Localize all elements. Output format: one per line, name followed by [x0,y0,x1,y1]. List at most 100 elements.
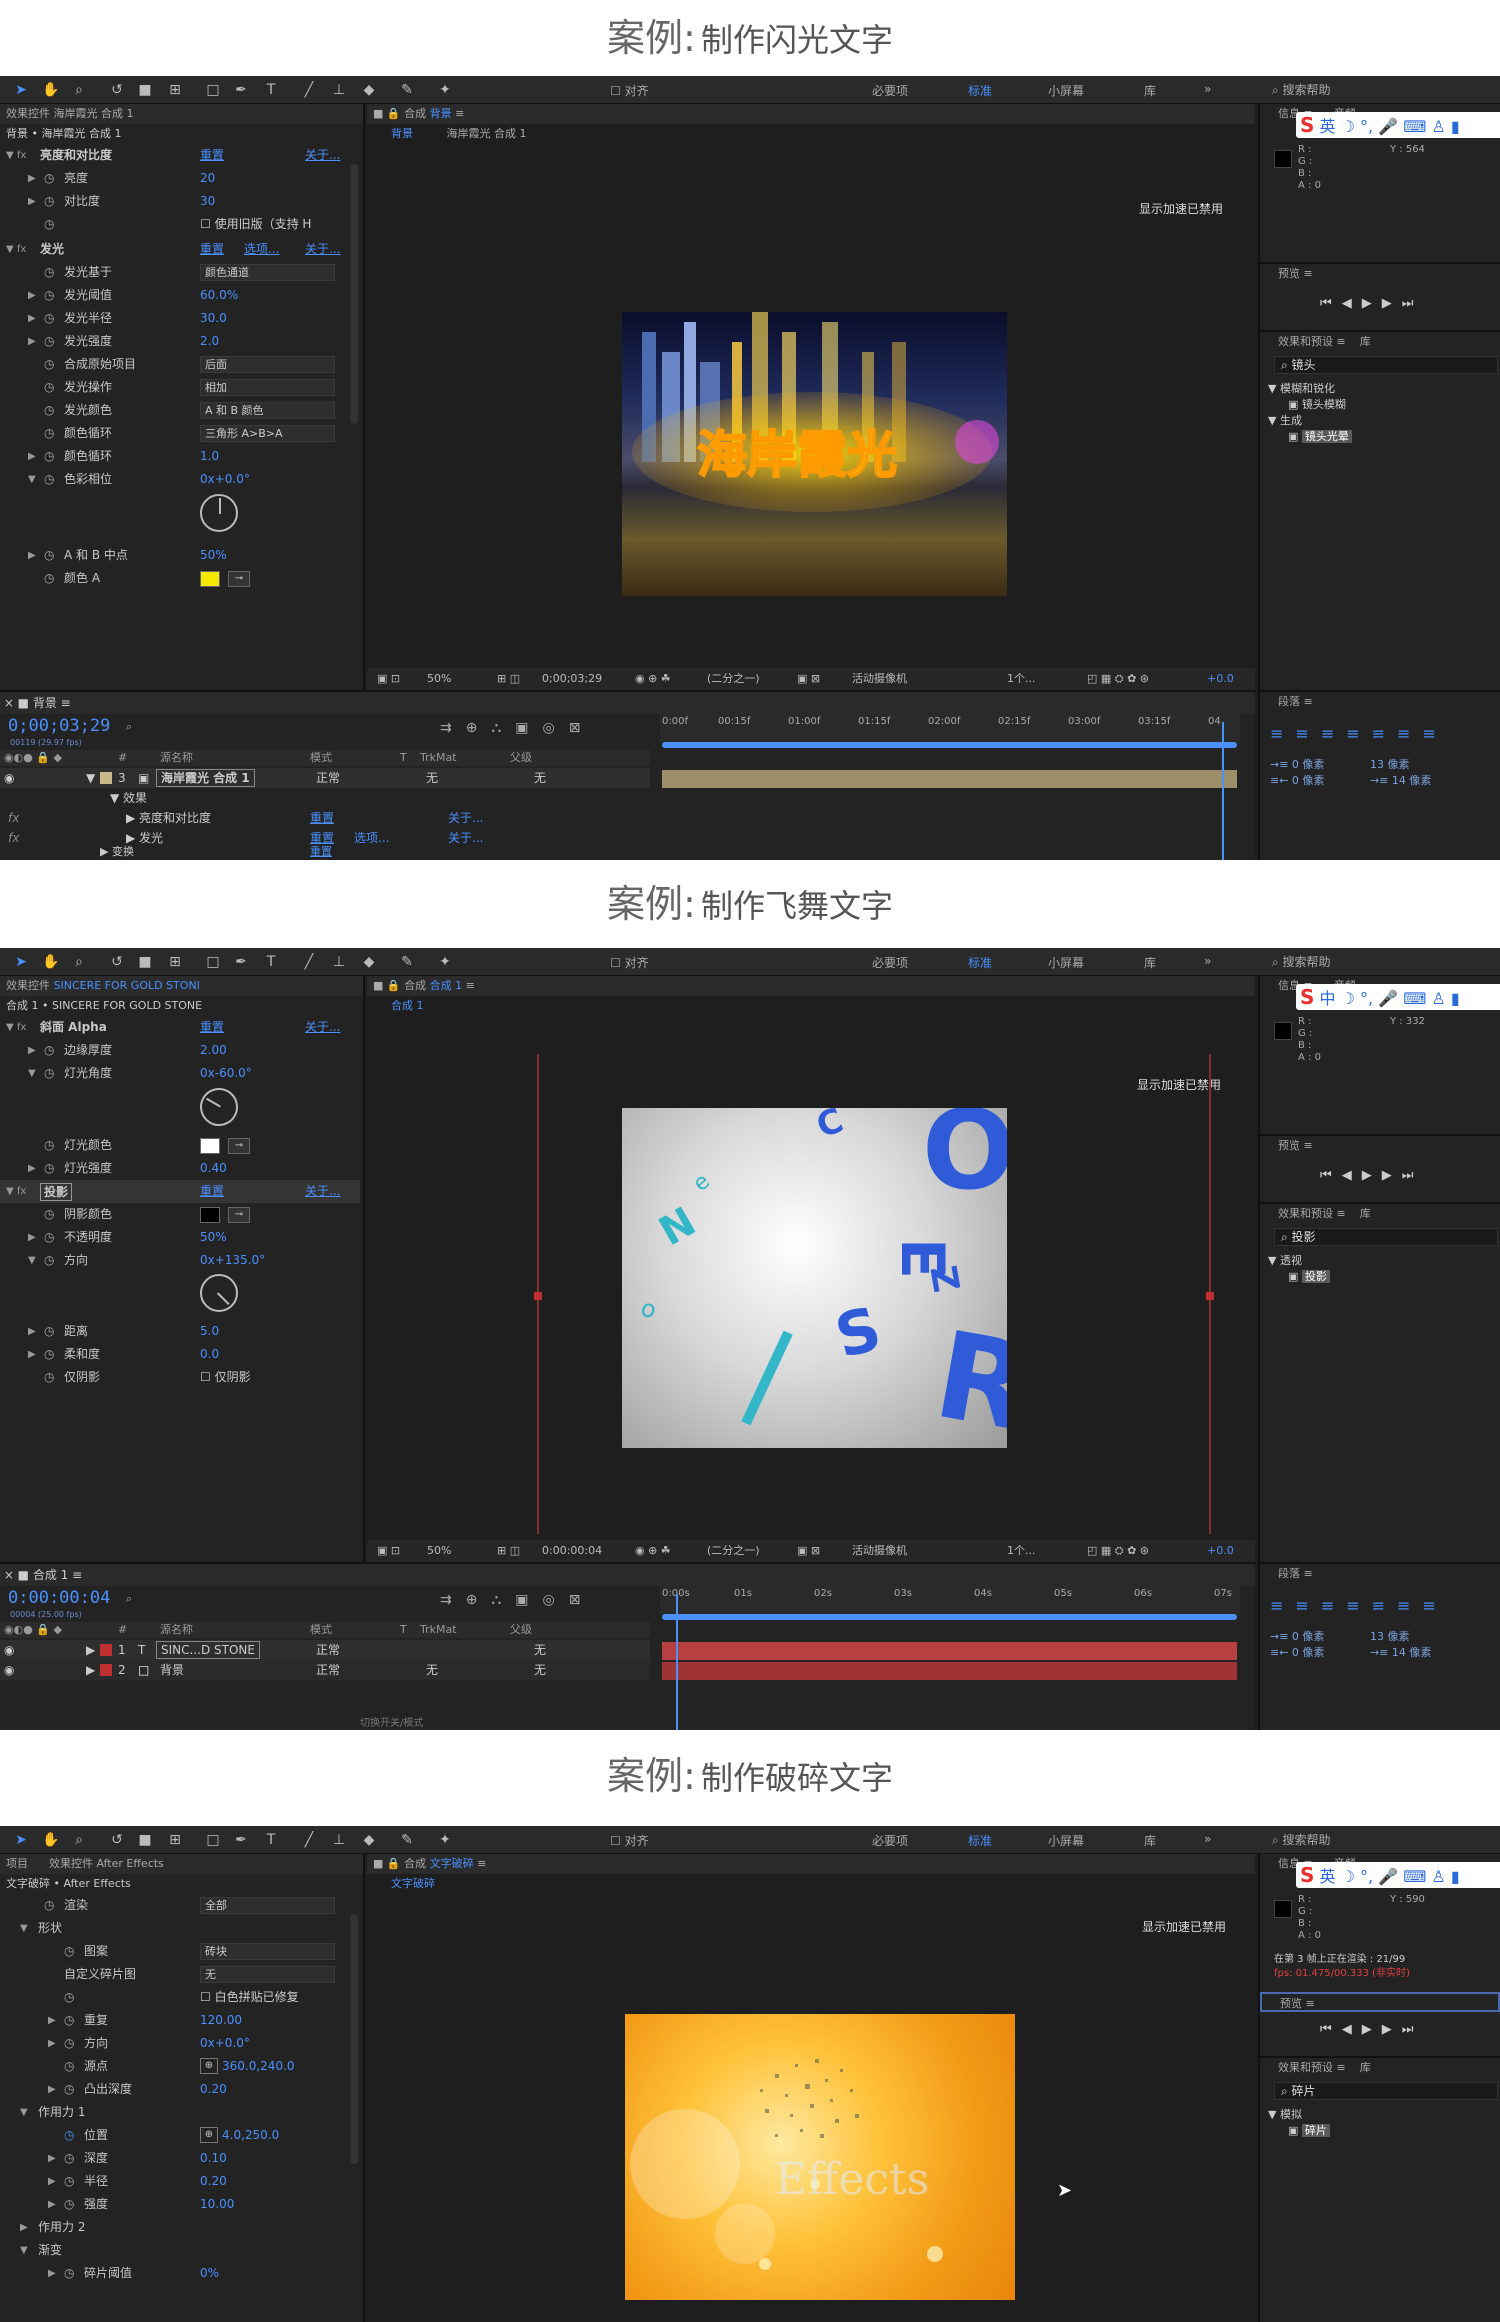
indent-left[interactable]: →≡ 0 像素 [1270,756,1324,772]
rotate-tool-icon[interactable]: ↺ [108,953,126,971]
current-time-indicator[interactable] [676,1594,678,1730]
stopwatch-icon[interactable]: ◷ [44,1157,54,1180]
layer-name[interactable]: 背景 [160,1660,184,1680]
timeline-tools[interactable]: ⇉⊕⛬▣◎⊠ [440,1592,594,1608]
label-color[interactable] [100,1644,112,1656]
fx-presets-tab[interactable]: 效果和预设 [1278,2061,1333,2074]
fx-tree-item[interactable]: ▣ 投影 [1288,1268,1330,1284]
reset-link[interactable]: 重置 [200,238,224,261]
type-tool-icon[interactable]: T [262,81,280,99]
prop-dropdown[interactable]: 无 [200,1966,335,1983]
para-tab[interactable]: 段落 [1278,1567,1300,1580]
roto-tool-icon[interactable]: ✎ [398,1831,416,1849]
brush-tool-icon[interactable]: ╱ [300,1831,318,1849]
prop-value[interactable]: 360.0,240.0 [222,2055,295,2078]
clone-tool-icon[interactable]: ⊥ [330,1831,348,1849]
prop-value[interactable]: 0x+0.0° [200,468,250,491]
time-ruler[interactable]: 0:00s 01s 02s 03s 04s 05s 06s 07s [660,1586,1240,1616]
view-icons[interactable]: ◰ ▦ ⛭ ✿ ⊛ [1087,1540,1149,1562]
stopwatch-icon[interactable]: ◷ [44,1134,54,1157]
timeline-search-icon[interactable]: ⌕ [126,1592,132,1606]
prop-value[interactable]: 0.10 [200,2147,227,2170]
stopwatch-icon[interactable]: ◷ [44,376,54,399]
fx-effect-glow[interactable]: ▼ fx 发光 重置 选项... 关于... [0,238,360,261]
current-time[interactable]: 0;00;03;29 [542,668,602,690]
zoom-level[interactable]: 50% [427,668,451,690]
layer-row[interactable]: ◉ ▶ 1 T SINC...D STONE 正常 无 [0,1640,650,1660]
prop-dropdown[interactable]: 砖块 [200,1943,335,1960]
fx-tree-item[interactable]: ▣ 碎片 [1288,2122,1330,2138]
light-angle-dial[interactable] [193,1081,245,1133]
prop-value[interactable]: 2.00 [200,1039,227,1062]
camera-tool-icon[interactable]: ■ [136,81,154,99]
prop-dropdown[interactable]: 相加 [200,379,335,396]
timecode[interactable]: 0:00:00:04 [8,1588,110,1608]
comp-tabbar[interactable]: ■ 🔒 合成 合成 1 ≡ [367,976,1255,996]
fx-effect-dropshadow[interactable]: ▼ fx 投影 重置 关于... [0,1180,360,1203]
reset-link[interactable]: 重置 [200,1016,224,1039]
timeline-tabbar[interactable]: × ■ 背景 ≡ [0,692,1255,714]
fx-tree-item[interactable]: ▣ 镜头光晕 [1288,428,1352,444]
stopwatch-icon[interactable]: ◷ [64,2262,74,2285]
prop-value[interactable]: 0% [200,2262,219,2285]
active-camera[interactable]: 活动摄像机 [852,668,907,690]
fx-search-input[interactable]: ⌕ 投影 [1274,1228,1498,1246]
reset-link[interactable]: 重置 [200,144,224,167]
region-icons[interactable]: ⊞ ◫ [497,1540,520,1562]
type-tool-icon[interactable]: T [262,1831,280,1849]
layer-bar[interactable] [662,1642,1237,1660]
eraser-tool-icon[interactable]: ◆ [360,953,378,971]
stopwatch-icon[interactable]: ◷ [44,1320,54,1343]
workspace-standard[interactable]: 标准 [968,954,992,971]
roto-tool-icon[interactable]: ✎ [398,953,416,971]
eraser-tool-icon[interactable]: ◆ [360,1831,378,1849]
guide-handle[interactable] [534,1292,542,1300]
fx-search-input[interactable]: ⌕ 镜头 [1274,356,1498,374]
stopwatch-icon[interactable]: ◷ [44,261,54,284]
prop-dropdown[interactable]: 三角形 A>B>A [200,425,335,442]
stopwatch-icon[interactable]: ◷ [44,330,54,353]
pin-tool-icon[interactable]: ✦ [436,1831,454,1849]
timeline-tabbar[interactable]: × ■ 合成 1 ≡ [0,1564,1255,1586]
prop-value[interactable]: 5.0 [200,1320,219,1343]
library-tab[interactable]: 库 [1360,335,1371,348]
transport-controls[interactable]: ⏮◀▶▶⏭ [1320,2022,1423,2037]
crosshair-icon[interactable]: ⊕ [200,2127,218,2143]
reset-link[interactable]: 重置 [200,1180,224,1203]
prop-value[interactable]: 30 [200,190,215,213]
fx-scrollbar[interactable] [350,164,358,424]
prop-value[interactable]: 30.0 [200,307,227,330]
work-area-bar[interactable] [662,742,1237,748]
layer-parent[interactable]: 无 [534,1640,546,1660]
hand-tool-icon[interactable]: ✋ [42,953,60,971]
brush-tool-icon[interactable]: ╱ [300,953,318,971]
crumb[interactable]: 文字破碎 [391,1877,435,1890]
comp-tabbar[interactable]: ■ 🔒 合成 背景 ≡ [367,104,1255,124]
views-dropdown[interactable]: 1个... [1007,1540,1036,1562]
stopwatch-icon[interactable]: ◷ [44,353,54,376]
library-tab[interactable]: 库 [1360,2061,1371,2074]
pen-tool-icon[interactable]: ✒ [232,81,250,99]
prop-value[interactable]: 0.0 [200,1343,219,1366]
stopwatch-icon[interactable]: ◷ [64,2124,74,2147]
active-camera[interactable]: 活动摄像机 [852,1540,907,1562]
layer-parent[interactable]: 无 [534,1660,546,1680]
fx-tree-category[interactable]: ▼ 模糊和锐化 [1268,380,1335,396]
stopwatch-icon[interactable]: ◷ [44,1249,54,1272]
expand-icon[interactable]: ▶ [86,1640,95,1660]
layer-name[interactable]: SINC...D STONE [156,1641,260,1659]
brush-tool-icon[interactable]: ╱ [300,81,318,99]
switch-mode-toggle[interactable]: 切换开关/模式 [360,1714,423,1729]
stopwatch-icon[interactable]: ◷ [44,567,54,590]
viewer-canvas-flying[interactable]: C O E Z S R N o e [622,1108,1007,1448]
help-search[interactable]: ⌕ 搜索帮助 [1272,1831,1494,1849]
light-color-swatch[interactable] [200,1138,220,1154]
label-color[interactable] [100,1664,112,1676]
hand-tool-icon[interactable]: ✋ [42,1831,60,1849]
eyedropper-icon[interactable]: ⊸ [228,571,250,587]
type-tool-icon[interactable]: T [262,953,280,971]
selection-tool-icon[interactable]: ➤ [12,81,30,99]
rotate-tool-icon[interactable]: ↺ [108,81,126,99]
resolution[interactable]: (二分之一) [707,1540,760,1562]
transport-controls[interactable]: ⏮◀▶▶⏭ [1320,1168,1423,1183]
